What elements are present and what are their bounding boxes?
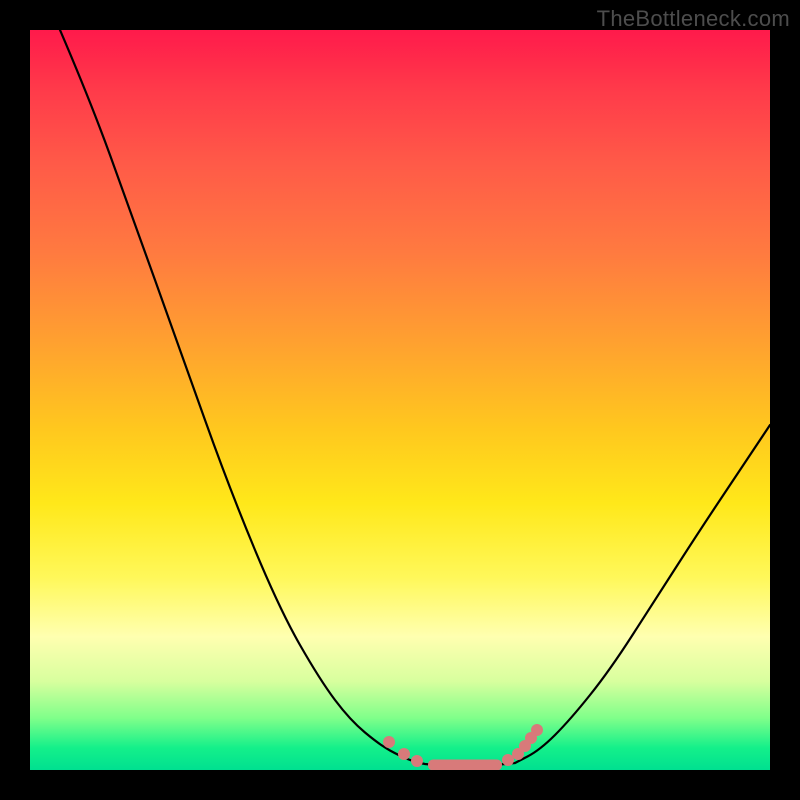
marker-dot [398, 748, 410, 760]
marker-dot [525, 732, 537, 744]
marker-dot [411, 755, 423, 767]
marker-dot [519, 740, 531, 752]
marker-dot [531, 724, 543, 736]
chart-frame: TheBottleneck.com [0, 0, 800, 800]
plot-area [30, 30, 770, 770]
marker-dot [502, 754, 514, 766]
marker-group [383, 724, 543, 767]
marker-dot [512, 748, 524, 760]
watermark-text: TheBottleneck.com [597, 6, 790, 32]
valley-flat-marker [428, 760, 502, 771]
marker-dot [383, 736, 395, 748]
curve-layer [30, 30, 770, 770]
bottleneck-curve [60, 30, 770, 766]
